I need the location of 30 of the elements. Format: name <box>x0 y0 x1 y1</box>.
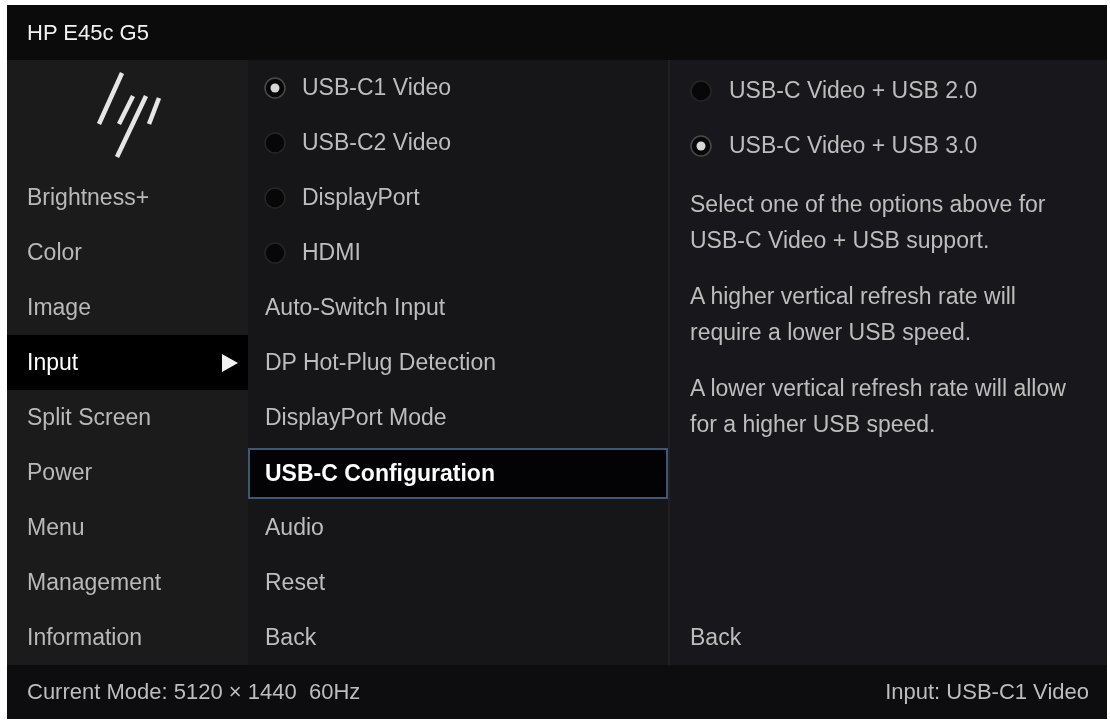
submenu-item[interactable]: Reset <box>248 555 668 610</box>
radio-option[interactable]: USB-C2 Video <box>248 115 668 170</box>
back-button[interactable]: Back <box>690 610 742 665</box>
radio-option[interactable]: DisplayPort <box>248 170 668 225</box>
window-title: HP E45c G5 <box>27 19 149 46</box>
sidebar-item[interactable]: Menu <box>7 500 248 555</box>
description-text: Select one of the options above for USB-C Video + USB support. <box>690 190 1047 255</box>
submenu-item[interactable]: Auto-Switch Input <box>248 280 668 335</box>
caret-icon <box>222 353 238 372</box>
sidebar-item[interactable]: Brightness+ <box>7 170 248 225</box>
description-text: A lower vertical refresh rate will allow for a higher USB speed. <box>690 374 1067 439</box>
sidebar-item[interactable]: Power <box>7 445 248 500</box>
sidebar-item[interactable]: Input <box>7 335 248 390</box>
radio-option[interactable]: HDMI <box>248 225 668 280</box>
submenu-item[interactable]: Audio <box>248 500 668 555</box>
sidebar-item[interactable]: Information <box>7 610 248 665</box>
radio-option[interactable]: USB-C Video + USB 2.0 <box>690 63 1078 118</box>
input-status-text: Input: USB-C1 Video <box>885 679 1089 705</box>
submenu-item[interactable]: USB-C Configuration <box>248 448 668 499</box>
current-mode-text: Current Mode: 5120 × 1440 60Hz <box>27 679 361 705</box>
sidebar-item[interactable]: Image <box>7 280 248 335</box>
submenu-item[interactable]: DisplayPort Mode <box>248 390 668 445</box>
submenu-item[interactable]: DP Hot-Plug Detection <box>248 335 668 390</box>
sidebar-item[interactable]: Split Screen <box>7 390 248 445</box>
radio-option[interactable]: USB-C1 Video <box>248 60 668 115</box>
sidebar-item[interactable]: Management <box>7 555 248 610</box>
submenu-item[interactable]: Back <box>248 610 668 665</box>
description-text: A higher vertical refresh rate will require a lower USB speed. <box>690 282 1017 347</box>
radio-option[interactable]: USB-C Video + USB 3.0 <box>690 118 1078 173</box>
sidebar-item[interactable]: Color <box>7 225 248 280</box>
